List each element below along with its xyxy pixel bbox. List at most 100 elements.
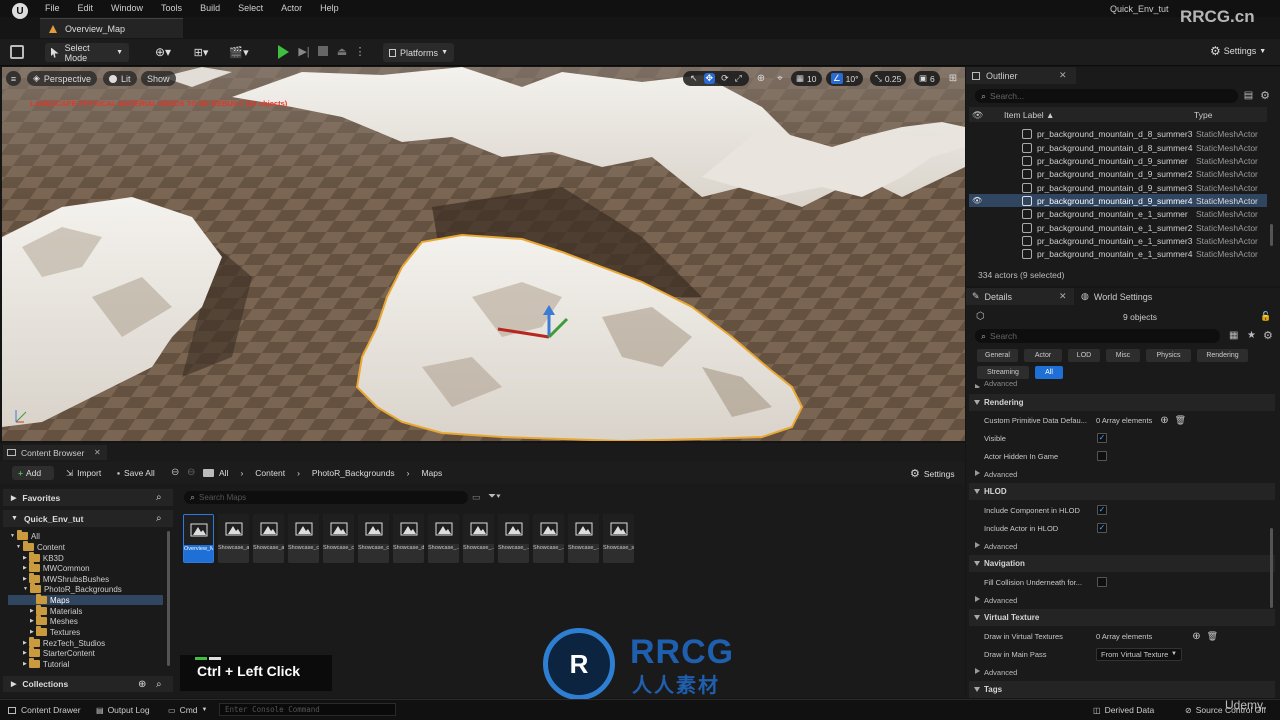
collections-header[interactable]: ▶ Collections ⊕ ⌕ [3,676,173,692]
tree-item-tutorial[interactable]: ▶ Tutorial [23,658,69,670]
grid-snap-button[interactable]: ▦ 10 [791,71,822,86]
derived-data-button[interactable]: ◫ Derived Data [1093,705,1154,715]
world-settings-tab[interactable]: ◍ World Settings [1078,288,1188,305]
eye-icon[interactable]: 👁 [972,110,983,121]
forward-icon[interactable]: ⊖ [187,467,195,478]
col-type[interactable]: Type [1194,110,1212,120]
advanced-toggle[interactable]: Advanced [969,663,1275,681]
asset-tile[interactable]: Showcase_snowy [603,514,634,563]
maximize-viewport-icon[interactable]: ⊞ [946,71,960,85]
unreal-logo-icon[interactable]: U [12,3,28,19]
star-icon[interactable]: ★ [1247,330,1256,341]
menu-file[interactable]: File [36,0,69,17]
filter-general[interactable]: General [977,349,1018,362]
menu-help[interactable]: Help [311,0,348,17]
console-command-input[interactable]: Enter Console Command [219,703,396,716]
fill-collision-checkbox[interactable] [1097,577,1107,587]
add-button[interactable]: + Add [12,466,54,480]
tree-item-mwcommon[interactable]: ▶ MWCommon [23,562,90,574]
add-collection-icon[interactable]: ⊕ [138,679,146,690]
outliner-search-input[interactable]: ⌕ Search... [975,89,1238,103]
save-all-button[interactable]: ▪ Save All [117,466,155,480]
save-icon[interactable] [10,45,24,59]
asset-tile-selected[interactable]: Overview_Map [183,514,214,563]
scale-snap-button[interactable]: ⤡ 0.25 [870,71,907,86]
filter-misc[interactable]: Misc [1106,349,1140,362]
col-item-label[interactable]: Item Label ▲ [1004,110,1054,120]
blueprint-icon[interactable]: ⊞▾ [190,45,212,59]
section-tags[interactable]: Tags [969,681,1275,698]
back-icon[interactable]: ⊖ [171,467,179,478]
details-search-input[interactable]: ⌕ Search [975,329,1220,343]
visible-checkbox[interactable]: ✓ [1097,433,1107,443]
outliner-row[interactable]: pr_background_mountain_e_1_summer StaticM… [969,207,1267,220]
cb-settings-button[interactable]: ⚙ Settings [910,467,955,480]
outliner-row[interactable]: pr_background_mountain_d_9_summer StaticM… [969,154,1267,167]
close-icon[interactable]: ✕ [1059,70,1067,81]
outliner-row[interactable]: pr_background_mountain_d_9_summer3 Static… [969,181,1267,194]
perspective-button[interactable]: ◈ Perspective [27,71,97,86]
rotation-snap-button[interactable]: ∠ 10° [826,71,864,86]
eject-icon[interactable]: ⏏ [335,44,349,58]
favorites-header[interactable]: ▶ Favorites ⌕ [3,489,173,506]
tree-item-starter[interactable]: ▶ StarterContent [23,647,95,659]
outliner-row-selected[interactable]: 👁 pr_background_mountain_d_9_summer4 Stat… [969,194,1267,208]
tree-item-content[interactable]: ▼ Content [16,541,65,553]
main-pass-dropdown[interactable]: From Virtual Texture ▼ [1096,647,1182,661]
filter-physics[interactable]: Physics [1146,349,1191,362]
menu-tools[interactable]: Tools [152,0,191,17]
breadcrumb-content[interactable]: Content [255,468,285,478]
asset-tile[interactable]: Showcase_desert [393,514,424,563]
include-actor-checkbox[interactable]: ✓ [1097,523,1107,533]
section-rendering[interactable]: Rendering [969,394,1275,411]
hidden-checkbox[interactable] [1097,451,1107,461]
filter-actor[interactable]: Actor [1024,349,1062,362]
outliner-row[interactable]: pr_background_mountain_d_9_summer2 Static… [969,167,1267,180]
details-scrollbar[interactable] [1270,528,1273,608]
menu-select[interactable]: Select [229,0,272,17]
asset-tile[interactable]: Showcase_... [463,514,494,563]
add-actor-icon[interactable]: ⊕▾ [152,45,174,59]
tree-item-mwshrubs[interactable]: ▶ MWShrubsBushes [23,573,109,585]
viewport-menu-icon[interactable]: ≡ [6,71,21,86]
eye-icon[interactable]: 👁 [972,196,982,205]
outliner-row[interactable]: pr_background_mountain_d_8_summer4 Static… [969,141,1267,154]
breadcrumb-all[interactable]: All [219,468,228,478]
asset-search-input[interactable]: ⌕ Search Maps [184,491,468,504]
outliner-row[interactable]: pr_background_mountain_e_1_summer2 Static… [969,221,1267,234]
details-tab[interactable]: ✎ Details ✕ [966,288,1074,305]
camera-speed-button[interactable]: ▣ 6 [914,71,940,86]
search-icon[interactable]: ⌕ [156,492,162,503]
section-navigation[interactable]: Navigation [969,555,1275,572]
gear-icon[interactable]: ⚙ [1259,89,1271,102]
asset-tile[interactable]: Showcase_... [498,514,529,563]
cmd-dropdown[interactable]: ▭ Cmd ▼ [168,705,207,715]
play-button[interactable] [278,45,289,59]
step-icon[interactable]: ▶| [297,44,311,58]
outliner-tab[interactable]: Outliner ✕ [966,67,1076,84]
move-tool-icon[interactable]: ✥ [703,73,716,84]
world-local-icon[interactable]: ⊕ [754,71,768,85]
outliner-row[interactable]: pr_background_mountain_e_1_summer4 Static… [969,247,1267,260]
tree-scrollbar[interactable] [167,531,170,666]
include-component-checkbox[interactable]: ✓ [1097,505,1107,515]
asset-tile[interactable]: Showcase_cany... [288,514,319,563]
select-tool-icon[interactable]: ↖ [690,73,698,84]
search-icon[interactable]: ⌕ [156,679,162,690]
table-view-icon[interactable]: ▦ [1229,330,1238,341]
tree-item-reztech[interactable]: ▶ RezTech_Studios [23,637,105,649]
asset-tile[interactable]: Showcase_afghan_1 [218,514,249,563]
section-hlod[interactable]: HLOD [969,483,1275,500]
menu-build[interactable]: Build [191,0,229,17]
more-options-icon[interactable]: ⋮ [355,44,366,58]
save-search-icon[interactable]: ▭ [472,492,481,503]
cinematics-icon[interactable]: 🎬▾ [228,45,250,59]
gear-icon[interactable]: ⚙ [1263,329,1273,342]
rotate-tool-icon[interactable]: ⟳ [721,73,729,84]
section-virtual-texture[interactable]: Virtual Texture [969,609,1275,626]
lock-icon[interactable]: 🔓 [1260,311,1271,322]
editor-settings-button[interactable]: ⚙ Settings ▼ [1210,44,1266,58]
scale-tool-icon[interactable]: ⤢ [735,73,742,84]
add-element-icon[interactable]: ⊕ [1192,631,1200,642]
lit-button[interactable]: Lit [103,71,137,86]
